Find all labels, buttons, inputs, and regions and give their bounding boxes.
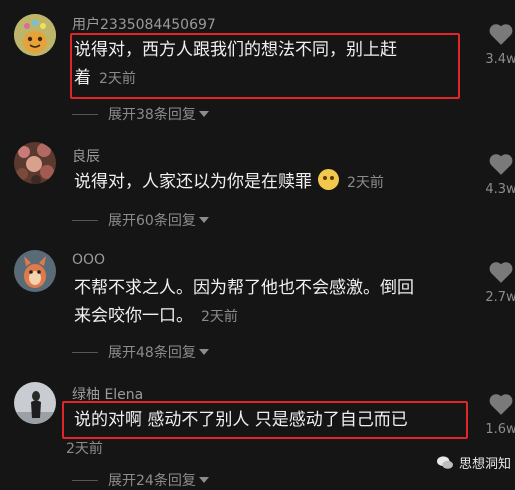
like-button[interactable]: 2.7w [484, 260, 515, 305]
like-button[interactable]: 4.3w [484, 152, 515, 197]
like-count: 4.3w [485, 182, 515, 197]
chevron-down-icon [198, 217, 209, 223]
like-count: 3.4w [485, 52, 515, 67]
reply-divider [72, 479, 98, 481]
expand-replies-label: 展开60条回复 [108, 213, 196, 229]
crying-emoji-icon [318, 169, 339, 190]
avatar[interactable] [14, 250, 56, 292]
avatar[interactable] [14, 382, 56, 424]
highlight-box [62, 401, 468, 439]
heart-icon [489, 262, 513, 283]
wechat-icon [437, 455, 453, 469]
comment-text: 说得对，人家还以为你是在赎罪 2天前 [74, 168, 454, 197]
expand-replies-label: 展开38条回复 [108, 107, 196, 123]
like-count: 1.6w [485, 422, 515, 437]
highlight-box [70, 33, 460, 99]
expand-replies-label: 展开24条回复 [108, 473, 196, 489]
comment-username[interactable]: 良辰 [72, 146, 100, 166]
heart-icon [489, 154, 513, 175]
expand-replies-button[interactable]: 展开24条回复 [72, 470, 209, 490]
avatar-person-icon [14, 382, 56, 424]
comment-username[interactable]: OOO [72, 252, 105, 268]
reply-divider [72, 219, 98, 221]
expand-replies-button[interactable]: 展开48条回复 [72, 342, 209, 362]
comment-text: 不帮不求之人。因为帮了他也不会感激。倒回 来会咬你一口。 2天前 [74, 274, 474, 331]
comment-time: 2天前 [347, 175, 384, 191]
like-button[interactable]: 1.6w [484, 392, 515, 437]
heart-icon [489, 24, 513, 45]
avatar-flowers-icon [14, 142, 56, 184]
avatar[interactable] [14, 14, 56, 56]
comment-text-line: 说得对，人家还以为你是在赎罪 [74, 172, 312, 192]
expand-replies-button[interactable]: 展开60条回复 [72, 210, 209, 230]
avatar[interactable] [14, 142, 56, 184]
watermark: 思想洞知 [436, 453, 511, 472]
like-count: 2.7w [485, 290, 515, 305]
comment-screen: { "comments": [ { "username": "用户2335084… [0, 0, 515, 489]
avatar-cartoon-icon [14, 14, 56, 56]
comment-username[interactable]: 用户2335084450697 [72, 14, 216, 34]
reply-divider [72, 351, 98, 353]
avatar-animal-icon [14, 250, 56, 292]
watermark-text: 思想洞知 [459, 457, 512, 472]
comment-time: 2天前 [66, 441, 103, 457]
reply-divider [72, 113, 98, 115]
comment-text-line: 不帮不求之人。因为帮了他也不会感激。倒回 [74, 278, 414, 298]
chevron-down-icon [198, 111, 209, 117]
chevron-down-icon [198, 477, 209, 483]
comment-time: 2天前 [201, 309, 238, 325]
expand-replies-button[interactable]: 展开38条回复 [72, 104, 209, 124]
like-button[interactable]: 3.4w [484, 22, 515, 67]
expand-replies-label: 展开48条回复 [108, 345, 196, 361]
comment-text-line: 来会咬你一口。 [74, 306, 193, 326]
chevron-down-icon [198, 349, 209, 355]
heart-icon [489, 394, 513, 415]
